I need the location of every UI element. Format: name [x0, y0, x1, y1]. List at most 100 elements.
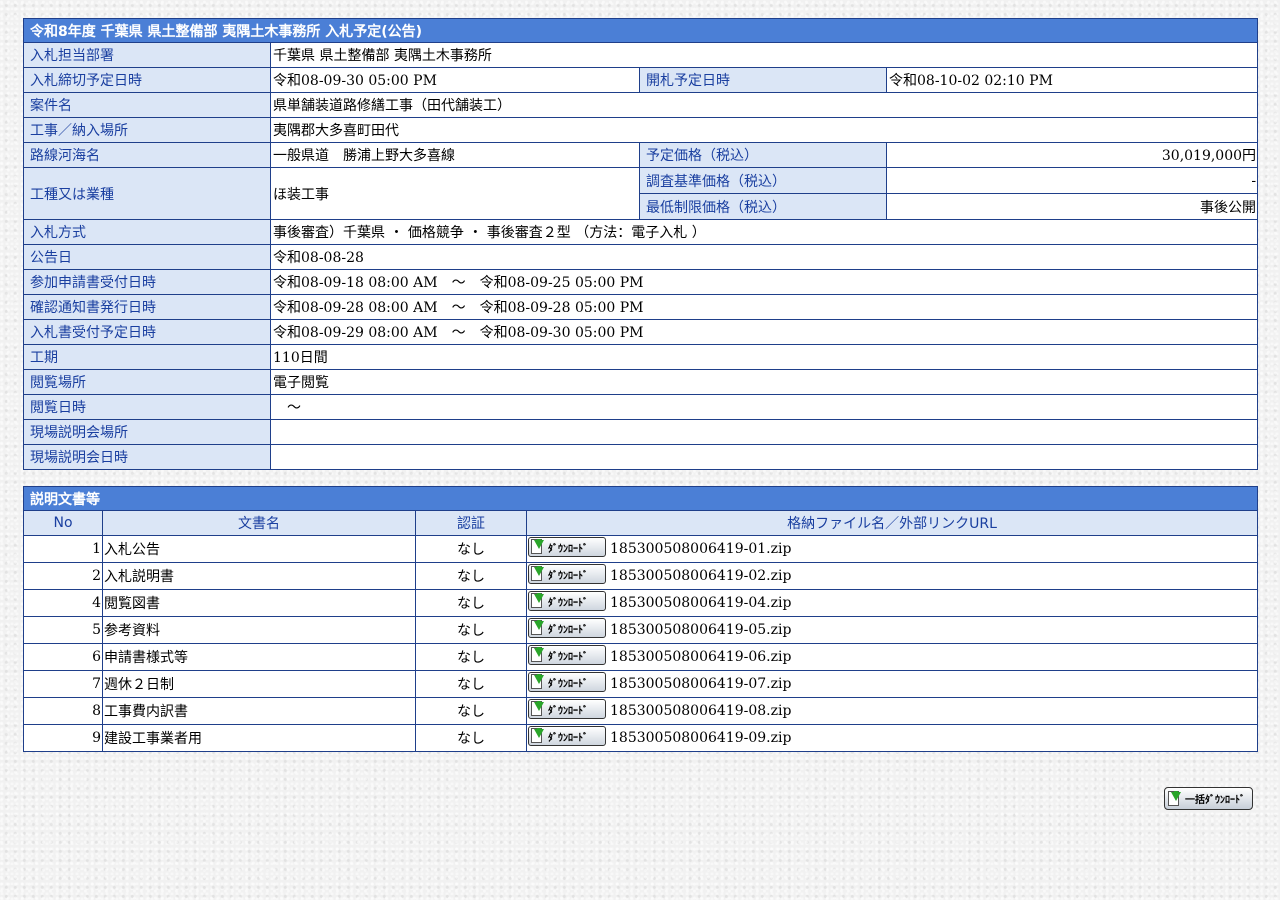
- doc-name: 参考資料: [102, 616, 416, 644]
- doc-no: 9: [23, 724, 103, 752]
- doc-name: 建設工事業者用: [102, 724, 416, 752]
- site-date-value: [269, 444, 1259, 470]
- doc-no: 4: [23, 589, 103, 617]
- doc-auth: なし: [415, 589, 527, 617]
- col-header-no: No: [23, 510, 103, 536]
- place-value: 夷隅郡大多喜町田代: [269, 117, 1259, 143]
- doc-file-cell: ﾀﾞｳﾝﾛｰﾄﾞ 185300508006419-06.zip: [526, 643, 1258, 671]
- download-label: ﾀﾞｳﾝﾛｰﾄﾞ: [548, 570, 588, 582]
- doc-auth: なし: [415, 670, 527, 698]
- doc-file-name[interactable]: 185300508006419-01.zip: [610, 541, 791, 557]
- site-place-value: [269, 419, 1259, 445]
- minimum-value: 事後公開: [885, 193, 1259, 220]
- apply-value: 令和08-09-18 08:00 AM ～ 令和08-09-25 05:00 P…: [269, 269, 1259, 295]
- table-row: 8 工事費内訳書 なし ﾀﾞｳﾝﾛｰﾄﾞ 185300508006419-08.zip: [23, 697, 1258, 725]
- table-row: 6 申請書様式等 なし ﾀﾞｳﾝﾛｰﾄﾞ 185300508006419-06.zip: [23, 643, 1258, 671]
- download-label: ﾀﾞｳﾝﾛｰﾄﾞ: [548, 597, 588, 609]
- download-arrow-icon: [531, 674, 545, 690]
- view-date-label: 閲覧日時: [23, 394, 271, 420]
- doc-file-cell: ﾀﾞｳﾝﾛｰﾄﾞ 185300508006419-07.zip: [526, 670, 1258, 698]
- download-button[interactable]: ﾀﾞｳﾝﾛｰﾄﾞ: [528, 591, 606, 611]
- download-button[interactable]: ﾀﾞｳﾝﾛｰﾄﾞ: [528, 672, 606, 692]
- download-button[interactable]: ﾀﾞｳﾝﾛｰﾄﾞ: [528, 699, 606, 719]
- price-label: 予定価格（税込）: [639, 142, 887, 168]
- site-place-label: 現場説明会場所: [23, 419, 271, 445]
- confirm-value: 令和08-09-28 08:00 AM ～ 令和08-09-28 05:00 P…: [269, 294, 1259, 320]
- table-row: 9 建設工事業者用 なし ﾀﾞｳﾝﾛｰﾄﾞ 185300508006419-09.zip: [23, 724, 1258, 752]
- download-label: ﾀﾞｳﾝﾛｰﾄﾞ: [548, 624, 588, 636]
- receive-value: 令和08-09-29 08:00 AM ～ 令和08-09-30 05:00 P…: [269, 319, 1259, 345]
- download-arrow-icon: [531, 593, 545, 609]
- doc-no: 1: [23, 535, 103, 563]
- doc-no: 8: [23, 697, 103, 725]
- route-label: 路線河海名: [23, 142, 271, 168]
- download-button[interactable]: ﾀﾞｳﾝﾛｰﾄﾞ: [528, 645, 606, 665]
- case-label: 案件名: [23, 92, 271, 118]
- doc-name: 週休２日制: [102, 670, 416, 698]
- confirm-label: 確認通知書発行日時: [23, 294, 271, 320]
- doc-name: 申請書様式等: [102, 643, 416, 671]
- doc-auth: なし: [415, 724, 527, 752]
- method-label: 入札方式: [23, 219, 271, 245]
- case-value: 県単舗装道路修繕工事（田代舗装工）: [269, 92, 1259, 118]
- type-value: ほ装工事: [270, 167, 640, 220]
- doc-file-name[interactable]: 185300508006419-08.zip: [610, 703, 791, 719]
- doc-file-cell: ﾀﾞｳﾝﾛｰﾄﾞ 185300508006419-02.zip: [526, 562, 1258, 590]
- page-container: 令和8年度 千葉県 県土整備部 夷隅土木事務所 入札予定(公告) 入札担当部署 …: [22, 18, 1259, 752]
- doc-file-name[interactable]: 185300508006419-06.zip: [610, 649, 791, 665]
- doc-file-name[interactable]: 185300508006419-04.zip: [610, 595, 791, 611]
- doc-auth: なし: [415, 643, 527, 671]
- download-button[interactable]: ﾀﾞｳﾝﾛｰﾄﾞ: [528, 618, 606, 638]
- table-row: 2 入札説明書 なし ﾀﾞｳﾝﾛｰﾄﾞ 185300508006419-02.zip: [23, 562, 1258, 590]
- download-button[interactable]: ﾀﾞｳﾝﾛｰﾄﾞ: [528, 537, 606, 557]
- download-label: ﾀﾞｳﾝﾛｰﾄﾞ: [548, 543, 588, 555]
- apply-label: 参加申請書受付日時: [23, 269, 271, 295]
- download-arrow-icon: [531, 566, 545, 582]
- download-arrow-icon: [531, 620, 545, 636]
- download-button[interactable]: ﾀﾞｳﾝﾛｰﾄﾞ: [528, 564, 606, 584]
- deadline-value: 令和08-09-30 05:00 PM: [270, 67, 640, 93]
- notice-label: 公告日: [23, 244, 271, 270]
- doc-file-cell: ﾀﾞｳﾝﾛｰﾄﾞ 185300508006419-01.zip: [526, 535, 1258, 563]
- doc-no: 5: [23, 616, 103, 644]
- table-row: 1 入札公告 なし ﾀﾞｳﾝﾛｰﾄﾞ 185300508006419-01.zip: [23, 535, 1258, 563]
- doc-name: 閲覧図書: [102, 589, 416, 617]
- type-label: 工種又は業種: [23, 167, 271, 220]
- download-label: ﾀﾞｳﾝﾛｰﾄﾞ: [548, 705, 588, 717]
- col-header-auth: 認証: [415, 510, 527, 536]
- download-button[interactable]: ﾀﾞｳﾝﾛｰﾄﾞ: [528, 726, 606, 746]
- deadline-label: 入札締切予定日時: [23, 67, 271, 93]
- minimum-label: 最低制限価格（税込）: [639, 193, 887, 220]
- site-date-label: 現場説明会日時: [23, 444, 271, 470]
- price-value: 30,019,000円: [885, 142, 1259, 168]
- doc-file-name[interactable]: 185300508006419-05.zip: [610, 622, 791, 638]
- doc-name: 入札公告: [102, 535, 416, 563]
- doc-auth: なし: [415, 562, 527, 590]
- doc-file-cell: ﾀﾞｳﾝﾛｰﾄﾞ 185300508006419-08.zip: [526, 697, 1258, 725]
- survey-label: 調査基準価格（税込）: [639, 167, 887, 194]
- download-arrow-icon: [531, 728, 545, 744]
- doc-file-cell: ﾀﾞｳﾝﾛｰﾄﾞ 185300508006419-05.zip: [526, 616, 1258, 644]
- bulk-download-button[interactable]: 一括ﾀﾞｳﾝﾛｰﾄﾞ: [1164, 787, 1253, 810]
- bid-info-title: 令和8年度 千葉県 県土整備部 夷隅土木事務所 入札予定(公告): [22, 18, 1259, 43]
- documents-table: 説明文書等 No 文書名 認証 格納ファイル名／外部リンクURL 1 入札公告 なし…: [23, 486, 1258, 752]
- view-place-value: 電子閲覧: [269, 369, 1259, 395]
- col-header-file: 格納ファイル名／外部リンクURL: [526, 510, 1258, 536]
- bid-info-table: 令和8年度 千葉県 県土整備部 夷隅土木事務所 入札予定(公告) 入札担当部署 …: [22, 18, 1259, 470]
- view-place-label: 閲覧場所: [23, 369, 271, 395]
- method-value: 事後審査）千葉県 ・ 価格競争 ・ 事後審査２型 （方法：電子入札 ）: [269, 219, 1259, 245]
- doc-file-name[interactable]: 185300508006419-02.zip: [610, 568, 791, 584]
- doc-file-name[interactable]: 185300508006419-09.zip: [610, 730, 791, 746]
- documents-title: 説明文書等: [23, 486, 1258, 511]
- doc-file-name[interactable]: 185300508006419-07.zip: [610, 676, 791, 692]
- doc-no: 2: [23, 562, 103, 590]
- doc-auth: なし: [415, 616, 527, 644]
- opening-value: 令和08-10-02 02:10 PM: [885, 67, 1259, 93]
- doc-name: 入札説明書: [102, 562, 416, 590]
- period-label: 工期: [23, 344, 271, 370]
- doc-name: 工事費内訳書: [102, 697, 416, 725]
- download-arrow-icon: [531, 647, 545, 663]
- doc-file-cell: ﾀﾞｳﾝﾛｰﾄﾞ 185300508006419-04.zip: [526, 589, 1258, 617]
- route-value: 一般県道 勝浦上野大多喜線: [270, 142, 640, 168]
- place-label: 工事／納入場所: [23, 117, 271, 143]
